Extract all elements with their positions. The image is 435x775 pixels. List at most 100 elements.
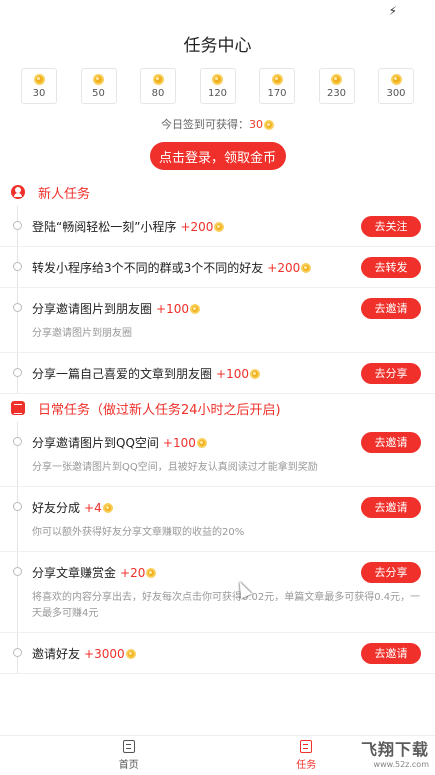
coin-icon	[249, 369, 260, 379]
signin-day-cell: 50	[80, 68, 117, 104]
task-title: 分享邀请图片到QQ空间	[32, 435, 159, 450]
signin-day-value: 170	[267, 87, 287, 99]
signin-day-value: 50	[92, 87, 105, 99]
coin-icon	[271, 73, 283, 85]
task-title-line: 邀请好友 +3000	[32, 645, 136, 662]
task-title-line: 分享一篇自己喜爱的文章到朋友圈 +100	[32, 365, 260, 382]
task-description: 将喜欢的内容分享出去，好友每次点击你可获得0.02元，单篇文章最多可获得0.4元…	[32, 592, 421, 619]
coin-icon	[152, 73, 164, 85]
task-title: 分享文章赚赏金	[32, 565, 117, 580]
task-title: 分享一篇自己喜爱的文章到朋友圈	[32, 366, 213, 381]
person-icon	[11, 185, 25, 199]
signin-days-row: 30 50 80 120 170 230 300	[0, 68, 435, 104]
task-action-button[interactable]: 去邀请	[361, 496, 421, 518]
tab-label: 首页	[118, 760, 139, 771]
tab-tasks[interactable]: 任务	[271, 736, 341, 775]
task-item: 分享一篇自己喜爱的文章到朋友圈 +100 去分享	[0, 353, 435, 394]
tab-home[interactable]: 首页	[94, 736, 164, 775]
coin-icon	[93, 73, 104, 85]
coin-icon	[189, 304, 200, 314]
task-action-button[interactable]: 去关注	[361, 215, 421, 237]
task-action-button[interactable]: 去邀请	[361, 297, 421, 319]
task-reward: +20	[120, 565, 146, 580]
login-button[interactable]: 点击登录，领取金币	[149, 142, 286, 170]
timeline-dot	[13, 221, 22, 230]
signin-day-value: 300	[386, 87, 406, 99]
task-description: 你可以额外获得好友分享文章赚取的收益的20%	[32, 527, 245, 538]
signin-day-cell: 30	[21, 68, 57, 104]
timeline-dot	[13, 437, 22, 446]
section-header: 日常任务（做过新人任务24小时之后开启)	[0, 394, 435, 422]
task-action-button[interactable]: 去邀请	[361, 431, 421, 453]
task-list-icon	[300, 740, 313, 753]
signin-day-value: 80	[151, 87, 165, 99]
task-row: 好友分成 +4 去邀请	[32, 487, 421, 527]
task-title: 登陆“畅阅轻松一刻”小程序	[32, 219, 177, 234]
coin-icon	[146, 568, 157, 578]
coin-icon	[301, 263, 312, 273]
charging-bolt-icon: ⚡	[388, 4, 397, 18]
status-bar: ⚡	[0, 0, 435, 22]
coin-icon	[125, 649, 136, 659]
timeline-dot	[13, 502, 22, 511]
task-item: 登陆“畅阅轻松一刻”小程序 +200 去关注	[0, 206, 435, 247]
timeline-dot	[13, 368, 22, 377]
signin-day-cell: 170	[259, 68, 295, 104]
task-row: 分享一篇自己喜爱的文章到朋友圈 +100 去分享	[32, 353, 421, 393]
task-list: 分享邀请图片到QQ空间 +100 去邀请 分享一张邀请图片到QQ空间，且被好友认真阅读…	[0, 422, 435, 674]
task-title: 好友分成	[32, 500, 81, 515]
signin-day-cell: 300	[378, 68, 414, 104]
task-title-line: 分享邀请图片到朋友圈 +100	[32, 300, 200, 317]
task-description: 分享一张邀请图片到QQ空间，且被好友认真阅读过才能拿到奖励	[32, 462, 318, 473]
task-row: 分享邀请图片到QQ空间 +100 去邀请	[32, 422, 421, 462]
task-row: 邀请好友 +3000 去邀请	[32, 633, 421, 673]
task-action-button[interactable]: 去转发	[361, 256, 421, 278]
task-reward: +4	[84, 500, 102, 515]
coin-icon	[214, 222, 225, 232]
task-action-button[interactable]: 去邀请	[361, 642, 421, 664]
signin-day-cell: 80	[140, 68, 176, 104]
task-row: 分享文章赚赏金 +20 去分享	[32, 552, 421, 592]
timeline-dot	[13, 303, 22, 312]
task-reward: +100	[216, 366, 249, 381]
task-action-button[interactable]: 去分享	[361, 362, 421, 384]
coin-icon	[33, 73, 45, 85]
task-list: 登陆“畅阅轻松一刻”小程序 +200 去关注 转发小程序给3个不同的群或3个不同的好友…	[0, 206, 435, 394]
coin-icon	[196, 438, 207, 448]
app-root: ⚡ 任务中心 30 50 80 120 170 230 300 今日签到可获得：30 点击登…	[0, 0, 435, 775]
document-icon	[11, 401, 25, 415]
home-icon	[122, 740, 135, 753]
task-title-line: 登陆“畅阅轻松一刻”小程序 +200	[32, 218, 225, 235]
section-header: 新人任务	[0, 178, 435, 206]
signin-day-value: 120	[207, 87, 228, 99]
signin-day-value: 30	[32, 87, 46, 99]
task-item: 分享邀请图片到QQ空间 +100 去邀请 分享一张邀请图片到QQ空间，且被好友认真阅读…	[0, 422, 435, 487]
section-title: 日常任务（做过新人任务24小时之后开启)	[38, 402, 281, 418]
coin-icon	[390, 73, 402, 85]
task-reward: +200	[180, 219, 214, 234]
task-item: 转发小程序给3个不同的群或3个不同的好友 +200 去转发	[0, 247, 435, 288]
task-sections: 新人任务 登陆“畅阅轻松一刻”小程序 +200 去关注 转发小程序给3个不同的群或3个不…	[0, 178, 435, 674]
task-title-line: 转发小程序给3个不同的群或3个不同的好友 +200	[32, 259, 312, 276]
task-item: 邀请好友 +3000 去邀请	[0, 633, 435, 674]
page-title: 任务中心	[183, 36, 252, 56]
task-item: 分享文章赚赏金 +20 去分享将喜欢的内容分享出去，好友每次点击你可获得0.02元，…	[0, 552, 435, 633]
signin-day-cell: 120	[199, 68, 236, 104]
task-reward: +100	[156, 301, 189, 316]
watermark-logo-text: 飞翔下载	[360, 740, 429, 759]
coin-icon	[331, 73, 342, 85]
today-signin-amount: 30	[249, 118, 263, 131]
watermark-url: www.52z.com	[373, 760, 429, 769]
today-signin-label: 今日签到可获得：	[161, 118, 249, 131]
tab-label: 任务	[296, 760, 317, 771]
task-title-line: 分享文章赚赏金 +20	[32, 564, 157, 581]
task-action-button[interactable]: 去分享	[361, 561, 421, 583]
task-reward: +200	[267, 260, 301, 275]
timeline-dot	[13, 567, 22, 576]
task-row: 转发小程序给3个不同的群或3个不同的好友 +200 去转发	[32, 247, 421, 287]
timeline-dot	[13, 262, 22, 271]
today-signin-reward: 今日签到可获得：30	[0, 116, 435, 132]
coin-icon	[102, 503, 113, 513]
task-title-line: 好友分成 +4	[32, 499, 113, 516]
task-item: 分享邀请图片到朋友圈 +100 去邀请 分享邀请图片到朋友圈	[0, 288, 435, 353]
